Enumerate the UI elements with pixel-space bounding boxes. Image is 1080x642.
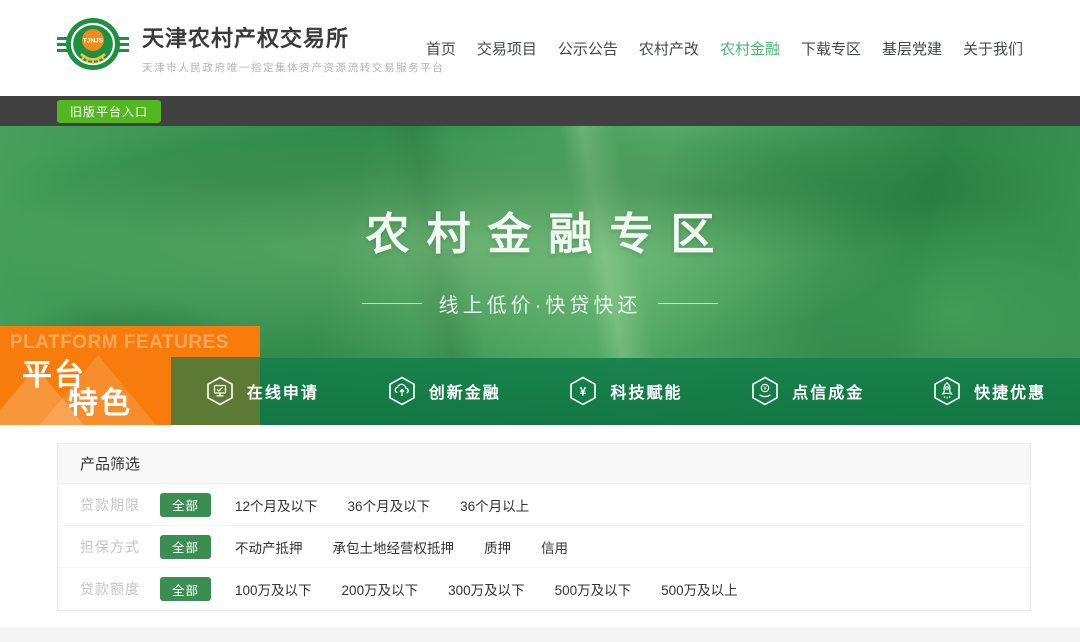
filter-option[interactable]: 承包土地经营权抵押	[333, 537, 455, 557]
filter-option[interactable]: 100万及以下	[235, 579, 312, 599]
filter-option[interactable]: 36个月及以下	[348, 495, 431, 515]
feature-item[interactable]: ¥点信成金	[716, 357, 898, 425]
feature-item[interactable]: 创新金融	[353, 357, 535, 425]
nav-item[interactable]: 农村金融	[720, 38, 780, 59]
yen-icon: ¥	[568, 376, 610, 406]
filter-option[interactable]: 200万及以下	[342, 579, 419, 599]
nav-item[interactable]: 下载专区	[801, 38, 861, 59]
nav-item[interactable]: 公示公告	[558, 38, 618, 59]
feature-label: 快捷优惠	[974, 379, 1046, 403]
filter-row: 贷款期限全部 12个月及以下 36个月及以下 36个月以上	[58, 484, 1030, 526]
feature-label: 科技赋能	[610, 379, 682, 403]
feature-bar: 在线申请创新金融¥科技赋能¥点信成金快捷优惠	[171, 357, 1080, 425]
rocket-icon	[932, 376, 974, 406]
feature-label: 在线申请	[247, 379, 319, 403]
monitor-check-icon	[205, 376, 247, 406]
site-title: 天津农村产权交易所	[142, 21, 445, 53]
site-subtitle: 天津市人民政府唯一指定集体资产资源流转交易服务平台	[142, 60, 445, 75]
filter-option[interactable]: 12个月及以下	[235, 495, 318, 515]
nav-item[interactable]: 关于我们	[963, 38, 1023, 59]
product-filter-panel: 产品筛选 贷款期限全部12个月及以下36个月及以下36个月以上担保方式全部不动产…	[57, 443, 1031, 611]
site-logo-icon: TJNJS	[57, 12, 129, 78]
filter-label: 贷款期限	[80, 495, 160, 515]
feature-label: 点信成金	[792, 379, 864, 403]
filter-label: 担保方式	[80, 537, 160, 557]
filter-row: 担保方式全部 不动产抵押 承包土地经营权抵押 质押 信用	[58, 526, 1030, 568]
footer-strip	[0, 627, 1080, 642]
filter-selected-all-button[interactable]: 全部	[160, 493, 211, 517]
cloud-upload-icon	[387, 376, 429, 406]
nav-item[interactable]: 首页	[426, 38, 456, 59]
filter-row: 贷款额度全部 100万及以下 200万及以下 300万及以下 500万及以下 500万及以…	[58, 568, 1030, 610]
filter-label: 贷款额度	[80, 579, 160, 599]
filter-option[interactable]: 300万及以下	[448, 579, 525, 599]
feature-item[interactable]: ¥ 科技赋能	[535, 357, 717, 425]
feature-label: 创新金融	[429, 379, 501, 403]
subtitle-left-line	[362, 303, 422, 304]
filter-option[interactable]: 500万及以下	[555, 579, 632, 599]
hero-subtitle: 线上低价·快贷快还	[439, 289, 642, 318]
filter-option[interactable]: 500万及以上	[661, 579, 738, 599]
nav-item[interactable]: 农村产改	[639, 38, 699, 59]
ribbon-cn-line2: 特色	[68, 378, 132, 422]
brand[interactable]: TJNJS 天津农村产权交易所 天津市人民政府唯一指定集体资产资源流转交易服务平…	[57, 12, 445, 78]
filter-option[interactable]: 信用	[541, 537, 568, 557]
svg-text:¥: ¥	[580, 385, 587, 399]
filter-selected-all-button[interactable]: 全部	[160, 577, 211, 601]
nav-item[interactable]: 基层党建	[882, 38, 942, 59]
svg-text:TJNJS: TJNJS	[83, 38, 104, 45]
filter-option[interactable]: 36个月以上	[460, 495, 529, 515]
site-header: TJNJS 天津农村产权交易所 天津市人民政府唯一指定集体资产资源流转交易服务平…	[0, 0, 1080, 96]
filter-panel-header: 产品筛选	[58, 444, 1030, 484]
top-strip: 旧版平台入口	[0, 96, 1080, 126]
subtitle-right-line	[658, 303, 718, 304]
nav-item[interactable]: 交易项目	[477, 38, 537, 59]
feature-item[interactable]: 快捷优惠	[898, 357, 1080, 425]
filter-selected-all-button[interactable]: 全部	[160, 535, 211, 559]
filter-option[interactable]: 不动产抵押	[235, 537, 303, 557]
hero-title: 农村金融专区	[0, 198, 1080, 262]
main-nav: 首页交易项目公示公告农村产改农村金融下载专区基层党建关于我们	[405, 0, 1023, 96]
old-platform-entry-button[interactable]: 旧版平台入口	[57, 100, 161, 123]
filter-option[interactable]: 质押	[484, 537, 511, 557]
hero-banner: 农村金融专区 线上低价·快贷快还 在线申请创新金融¥科技赋能¥点信成金快捷优惠 …	[0, 126, 1080, 425]
feature-item[interactable]: 在线申请	[171, 357, 353, 425]
filter-panel-title: 产品筛选	[80, 453, 140, 474]
coin-hand-icon: ¥	[750, 376, 792, 406]
